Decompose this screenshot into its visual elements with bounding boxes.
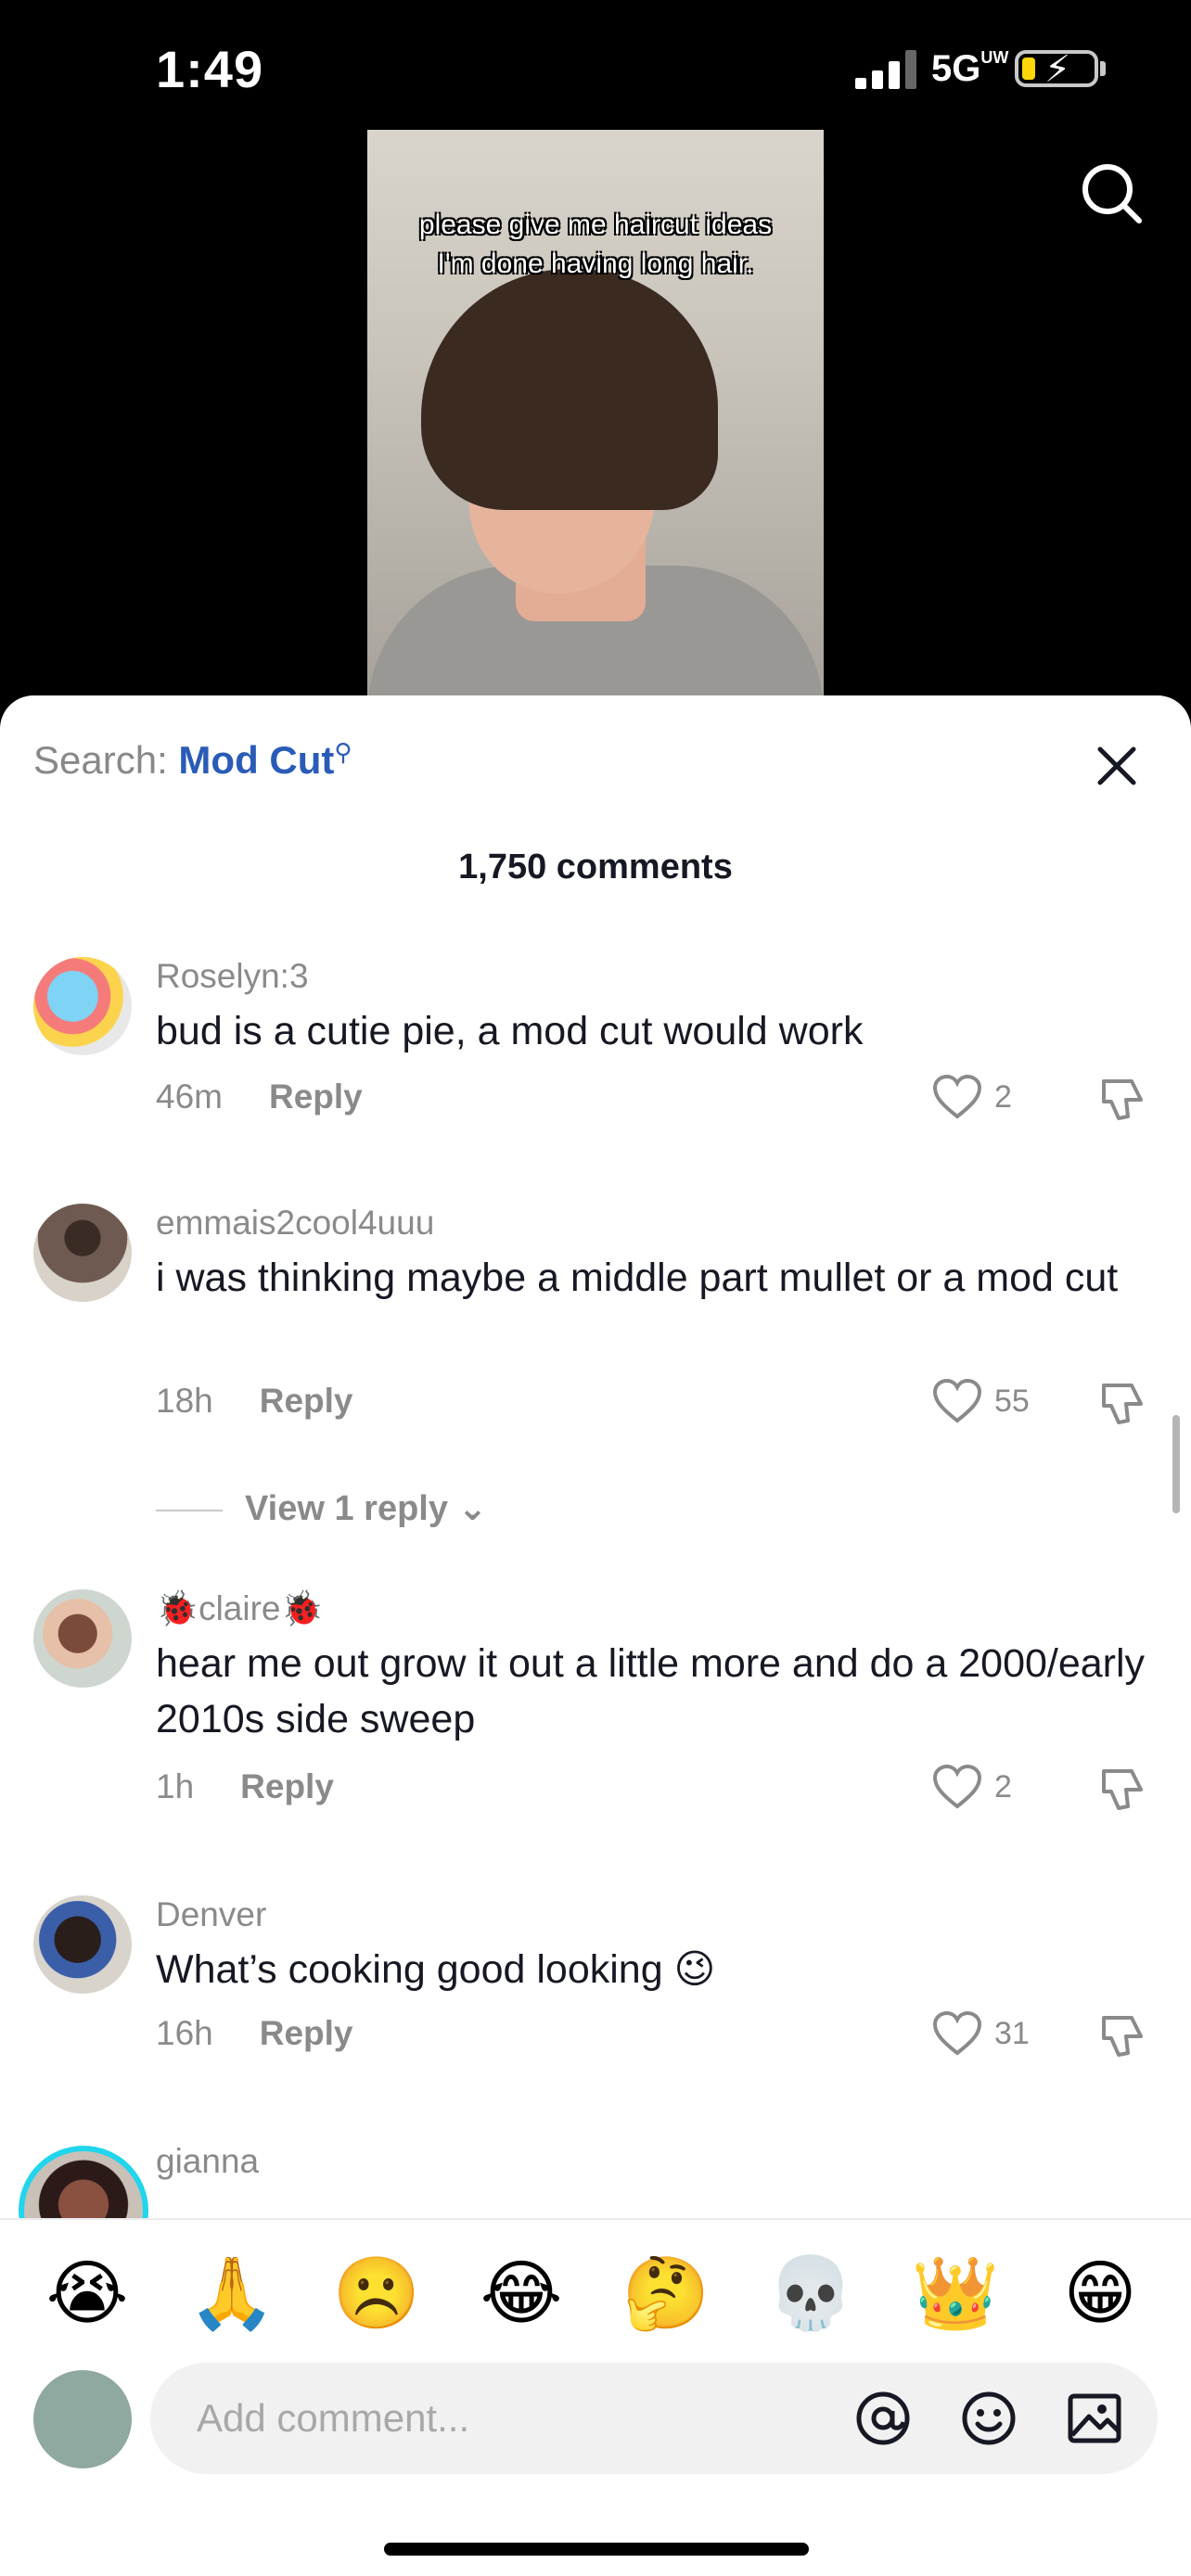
dislike-icon[interactable]	[1096, 1074, 1148, 1126]
battery-icon: ⚡	[1015, 49, 1098, 90]
video-caption: please give me haircut ideas I'm done ha…	[418, 210, 773, 279]
like-button[interactable]: 2	[931, 1762, 1043, 1814]
video-preview[interactable]: please give me haircut ideas I'm done ha…	[367, 130, 824, 695]
like-count: 2	[994, 1769, 1012, 1804]
close-icon[interactable]	[1091, 740, 1143, 792]
emoji-frowning[interactable]: ☹️	[330, 2248, 423, 2340]
status-bar: 1:49 5GUW ⚡	[0, 0, 1191, 130]
search-small-icon: ⚲	[334, 738, 352, 766]
my-avatar[interactable]	[33, 2370, 132, 2468]
comment-username[interactable]: 🐞claire🐞	[156, 1589, 324, 1629]
comment-input[interactable]: Add comment...	[150, 2363, 1158, 2474]
comment-text: hear me out grow it out a little more an…	[156, 1641, 1146, 1741]
signal-icon	[855, 50, 916, 89]
emoji-skull[interactable]: 💀	[764, 2248, 857, 2340]
comment-username[interactable]: Denver	[156, 1895, 266, 1934]
image-icon[interactable]	[1065, 2389, 1124, 2448]
comment-username[interactable]: emmais2cool4uuu	[156, 1204, 434, 1243]
comment-count: 1,750 comments	[458, 848, 733, 886]
comment-text: i was thinking maybe a middle part mulle…	[156, 1256, 1119, 1300]
comment-text: What’s cooking good looking 😉	[156, 1947, 716, 1992]
like-count: 2	[994, 1079, 1012, 1115]
comment-username[interactable]: Roselyn:3	[156, 957, 309, 996]
comment-text: bud is a cutie pie, a mod cut would work	[156, 1009, 864, 1053]
emoji-loudly-crying[interactable]: 😭	[41, 2248, 134, 2340]
comment-meta: 18h Reply	[156, 1382, 353, 1420]
heart-icon	[932, 1764, 982, 1809]
search-icon[interactable]	[1078, 159, 1145, 226]
like-count: 55	[994, 1384, 1030, 1419]
emoji-thinking[interactable]: 🤔	[620, 2248, 712, 2340]
comment-meta: 46m Reply	[156, 1078, 363, 1116]
dislike-icon[interactable]	[1096, 1764, 1148, 1816]
like-button[interactable]: 31	[931, 2009, 1043, 2060]
status-time: 1:49	[156, 40, 264, 98]
avatar[interactable]	[33, 1589, 132, 1688]
avatar[interactable]	[33, 957, 132, 1055]
comment-meta: 1h Reply	[156, 1767, 334, 1805]
chevron-down-icon: ⌄	[447, 1489, 488, 1528]
mention-icon[interactable]	[853, 2389, 913, 2448]
quick-emoji-row: 😭 🙏 ☹️ 😂 🤔 💀 👑 😁	[0, 2248, 1191, 2350]
comment-meta: 16h Reply	[156, 2014, 353, 2052]
reply-button[interactable]: Reply	[260, 2014, 353, 2052]
emoji-laughing[interactable]: 😂	[475, 2248, 568, 2340]
dislike-icon[interactable]	[1096, 1378, 1148, 1430]
reply-button[interactable]: Reply	[260, 1382, 353, 1420]
emoji-crown[interactable]: 👑	[909, 2248, 1002, 2340]
like-count: 31	[994, 2016, 1030, 2051]
avatar[interactable]	[33, 1895, 132, 1994]
like-button[interactable]: 55	[931, 1376, 1043, 1428]
reply-button[interactable]: Reply	[240, 1767, 334, 1805]
comment-username[interactable]: gianna	[156, 2142, 259, 2181]
like-button[interactable]: 2	[931, 1072, 1043, 1124]
emoji-grinning[interactable]: 😁	[1054, 2248, 1146, 2340]
view-replies-button[interactable]: View 1 reply ⌄	[156, 1487, 487, 1529]
home-indicator[interactable]	[384, 2543, 809, 2556]
dislike-icon[interactable]	[1096, 2010, 1148, 2062]
emoji-folded-hands[interactable]: 🙏	[186, 2248, 278, 2340]
emoji-icon[interactable]	[959, 2389, 1018, 2448]
search-query[interactable]: Search: Mod Cut⚲	[33, 738, 352, 783]
scrollbar[interactable]	[1172, 1415, 1180, 1513]
comment-composer: 😭 🙏 ☹️ 😂 🤔 💀 👑 😁 Add comment...	[0, 2218, 1191, 2576]
heart-icon	[932, 2010, 982, 2056]
reply-button[interactable]: Reply	[269, 1078, 363, 1116]
network-label: 5GUW	[931, 48, 1009, 89]
avatar[interactable]	[33, 1204, 132, 1302]
heart-icon	[932, 1378, 982, 1423]
heart-icon	[932, 1074, 982, 1119]
